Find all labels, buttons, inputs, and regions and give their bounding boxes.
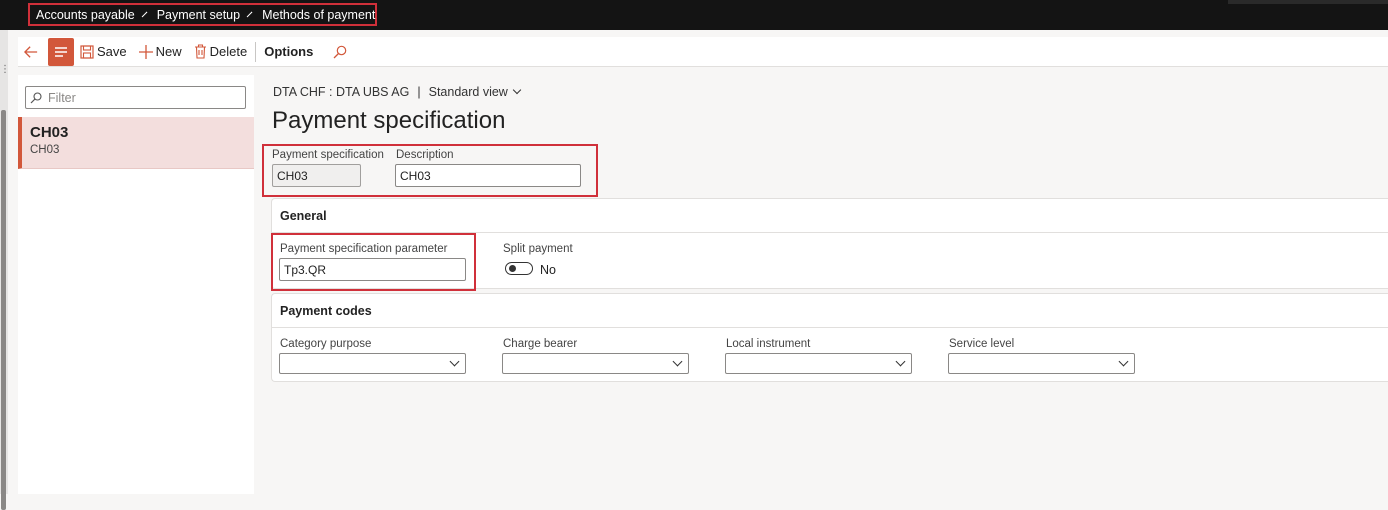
list-item[interactable]: CH03 CH03	[18, 117, 254, 169]
charge-bearer-label: Charge bearer	[503, 338, 578, 350]
breadcrumb-item-payment-setup[interactable]: Payment setup	[157, 8, 240, 22]
split-payment-state: No	[540, 263, 556, 277]
local-instrument-label: Local instrument	[726, 338, 811, 350]
description-label: Description	[396, 149, 454, 161]
payment-codes-section-header[interactable]: Payment codes	[272, 294, 1388, 328]
list-item-title: CH03	[30, 124, 69, 141]
search-icon	[30, 91, 42, 103]
options-label: Options	[264, 44, 314, 59]
category-purpose-select[interactable]	[279, 353, 466, 374]
chevron-right-icon	[141, 11, 148, 18]
breadcrumb-item-accounts-payable[interactable]: Accounts payable	[36, 8, 135, 22]
back-button[interactable]	[18, 37, 44, 67]
chevron-down-icon	[672, 356, 683, 367]
new-label: New	[155, 44, 182, 59]
plus-icon	[138, 44, 153, 59]
caption-separator: |	[417, 85, 421, 99]
payment-specification-label: Payment specification	[272, 149, 384, 161]
more-icon[interactable]: ⋮	[0, 65, 10, 75]
view-selector[interactable]: Standard view	[428, 85, 522, 99]
left-edge-strip: ⋮	[0, 30, 10, 510]
search-icon	[333, 45, 347, 58]
service-level-select[interactable]	[948, 353, 1135, 374]
split-payment-toggle[interactable]	[505, 262, 533, 275]
scrollbar[interactable]	[1, 110, 6, 510]
back-arrow-icon	[24, 45, 38, 58]
search-button[interactable]	[327, 37, 353, 67]
new-button[interactable]: New	[133, 37, 188, 67]
filter-input[interactable]	[46, 89, 236, 106]
delete-button[interactable]: Delete	[188, 37, 254, 67]
list-menu-icon	[55, 46, 67, 57]
payment-specification-field[interactable]	[272, 164, 361, 187]
chevron-down-icon	[1118, 356, 1129, 367]
action-pane: Save New Delete Options	[18, 37, 1388, 67]
list-pane: CH03 CH03	[18, 75, 254, 494]
description-field[interactable]	[395, 164, 581, 187]
breadcrumb: Accounts payable Payment setup Methods o…	[28, 3, 377, 26]
payment-specification-parameter-label: Payment specification parameter	[280, 243, 448, 255]
chevron-down-icon	[449, 356, 460, 367]
toolbar-divider	[255, 41, 257, 62]
local-instrument-select[interactable]	[725, 353, 912, 374]
save-button[interactable]: Save	[74, 37, 133, 67]
delete-label: Delete	[209, 44, 248, 59]
record-caption-text: DTA CHF : DTA UBS AG	[273, 85, 410, 99]
save-label: Save	[97, 44, 127, 59]
trash-icon	[194, 44, 206, 59]
split-payment-label: Split payment	[503, 243, 573, 255]
topbar-right-region	[1228, 0, 1388, 4]
save-icon	[80, 44, 94, 59]
general-section-title: General	[280, 208, 327, 223]
chevron-down-icon	[895, 356, 906, 367]
options-button[interactable]: Options	[258, 37, 319, 67]
service-level-label: Service level	[949, 338, 1015, 350]
category-purpose-label: Category purpose	[280, 338, 372, 350]
charge-bearer-select[interactable]	[502, 353, 689, 374]
payment-codes-section-title: Payment codes	[280, 303, 372, 318]
chevron-down-icon	[512, 85, 522, 95]
list-item-subtitle: CH03	[30, 144, 60, 156]
view-selector-label: Standard view	[428, 85, 508, 99]
payment-specification-parameter-field[interactable]	[279, 258, 466, 281]
toggle-knob	[509, 265, 516, 272]
chevron-right-icon	[246, 11, 253, 18]
general-section-header[interactable]: General	[272, 199, 1388, 233]
top-navigation-bar: Accounts payable Payment setup Methods o…	[0, 0, 1388, 30]
record-caption: DTA CHF : DTA UBS AG | Standard view	[273, 85, 522, 99]
page-title: Payment specification	[272, 107, 506, 134]
breadcrumb-item-methods-of-payment[interactable]: Methods of payment	[262, 8, 375, 22]
show-list-button[interactable]	[48, 37, 74, 66]
filter-box[interactable]	[25, 86, 246, 109]
